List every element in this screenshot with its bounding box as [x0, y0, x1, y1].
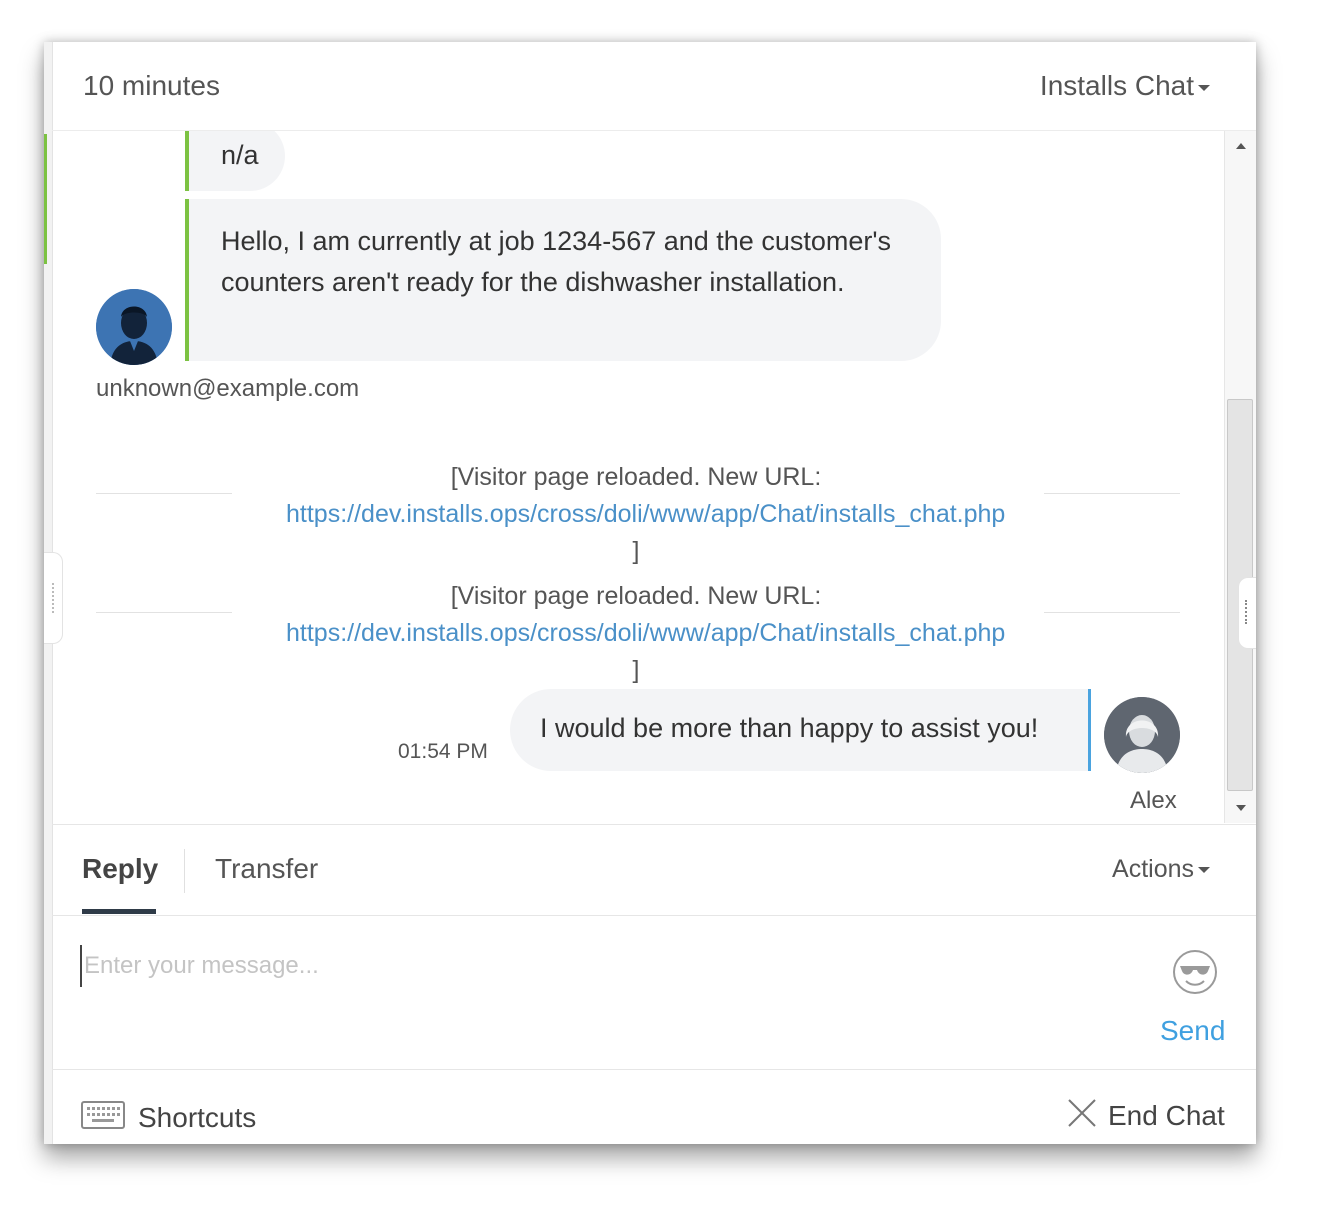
system-event-label: [Visitor page reloaded. New URL: — [450, 463, 822, 491]
system-event-suffix: ] — [632, 656, 640, 684]
visitor-indicator — [44, 134, 47, 264]
system-event-link[interactable]: https://dev.installs.ops/cross/doli/www/… — [286, 500, 1005, 528]
reply-tabs: Reply Transfer Actions — [52, 824, 1256, 916]
compose-area: Send — [52, 915, 1256, 1069]
tab-reply[interactable]: Reply — [82, 853, 158, 885]
send-button[interactable]: Send — [1160, 1015, 1225, 1047]
chat-footer: Shortcuts End Chat — [52, 1069, 1256, 1144]
system-event-text: [Visitor page reloaded. New URL: https:/… — [286, 578, 1005, 689]
end-chat-button[interactable]: End Chat — [1108, 1100, 1225, 1132]
chat-header: 10 minutes Installs Chat — [52, 42, 1256, 131]
system-event-link[interactable]: https://dev.installs.ops/cross/doli/www/… — [286, 619, 1005, 647]
chat-selector-label: Installs Chat — [1039, 70, 1194, 101]
agent-avatar-icon — [1104, 697, 1180, 773]
system-event-suffix: ] — [632, 537, 640, 565]
chat-window: 10 minutes Installs Chat n/a Hello, I am… — [44, 42, 1256, 1144]
shortcuts-button[interactable]: Shortcuts — [138, 1102, 256, 1134]
system-event: [Visitor page reloaded. New URL: https:/… — [96, 455, 1180, 565]
keyboard-icon[interactable] — [81, 1101, 125, 1129]
divider — [96, 612, 232, 613]
tab-transfer[interactable]: Transfer — [215, 853, 318, 885]
scroll-down-icon[interactable] — [1236, 805, 1246, 811]
visitor-message-text: Hello, I am currently at job 1234-567 an… — [221, 226, 892, 297]
user-avatar-icon — [96, 289, 172, 365]
visitor-message-bubble: n/a — [185, 131, 285, 191]
active-tab-indicator — [82, 909, 156, 914]
divider — [1044, 493, 1180, 494]
chat-duration: 10 minutes — [83, 70, 220, 101]
caret-down-icon — [1198, 84, 1210, 91]
visitor-email: unknown@example.com — [96, 375, 360, 402]
tab-divider — [184, 849, 185, 893]
divider — [1044, 612, 1180, 613]
message-input[interactable] — [80, 945, 1146, 987]
message-list: n/a Hello, I am currently at job 1234-56… — [52, 131, 1226, 823]
close-x-icon[interactable] — [1067, 1098, 1097, 1128]
system-event-text: [Visitor page reloaded. New URL: https:/… — [286, 459, 1005, 570]
sunglasses-smiley-icon[interactable] — [1172, 949, 1218, 995]
visitor-message-text: n/a — [221, 140, 259, 170]
system-event-label: [Visitor page reloaded. New URL: — [450, 582, 822, 610]
chat-selector-dropdown[interactable]: Installs Chat — [1040, 70, 1210, 102]
right-resize-handle[interactable] — [1238, 577, 1256, 649]
agent-message-text: I would be more than happy to assist you… — [540, 713, 1039, 743]
caret-down-icon — [1198, 867, 1210, 874]
system-event: [Visitor page reloaded. New URL: https:/… — [96, 574, 1180, 684]
actions-dropdown[interactable]: Actions — [1112, 855, 1210, 884]
actions-label: Actions — [1112, 855, 1194, 883]
message-scrollbar[interactable] — [1224, 131, 1256, 823]
visitor-message-bubble: Hello, I am currently at job 1234-567 an… — [185, 199, 941, 361]
divider — [96, 493, 232, 494]
agent-name: Alex — [1130, 787, 1177, 814]
message-timestamp: 01:54 PM — [398, 740, 488, 763]
agent-message-bubble: I would be more than happy to assist you… — [510, 689, 1091, 771]
scroll-up-icon[interactable] — [1236, 143, 1246, 149]
